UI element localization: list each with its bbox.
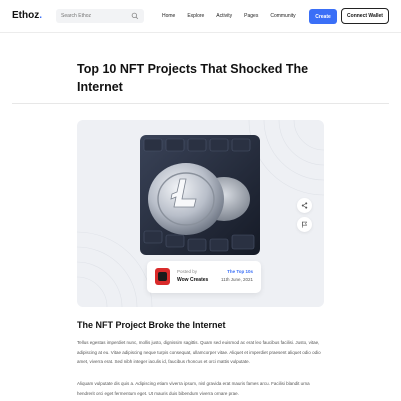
logo-dot: . xyxy=(39,10,42,21)
category-tag[interactable]: The Top 10s xyxy=(227,269,253,274)
top-header: Ethoz. Home Explore Activity Pages Commu… xyxy=(0,0,401,33)
logo-text: Ethoz xyxy=(12,10,40,21)
paragraph: Tellus egestas imperdiet nunc, mollis ju… xyxy=(77,340,321,364)
share-button[interactable] xyxy=(297,198,312,213)
flag-icon xyxy=(302,221,308,228)
report-button[interactable] xyxy=(297,217,312,232)
section-title: The NFT Project Broke the Internet xyxy=(77,320,226,330)
nav-activity[interactable]: Activity xyxy=(216,13,232,19)
post-info-card: Posted by Wow Creates The Top 10s 11th J… xyxy=(147,261,261,293)
share-icon xyxy=(301,202,308,209)
nav-pages[interactable]: Pages xyxy=(244,13,258,19)
page-title: Top 10 NFT Projects That Shocked The Int… xyxy=(77,62,309,94)
logo[interactable]: Ethoz. xyxy=(12,10,42,21)
posted-by-label: Posted by xyxy=(177,269,198,274)
connect-wallet-button[interactable]: Connect Wallet xyxy=(341,8,389,24)
nav-community[interactable]: Community xyxy=(270,13,295,19)
search-icon[interactable] xyxy=(131,12,139,20)
nav-home[interactable]: Home xyxy=(162,13,175,19)
search-input[interactable] xyxy=(61,11,131,21)
create-button[interactable]: Create xyxy=(309,9,337,24)
author-name[interactable]: Wow Creates xyxy=(177,277,208,283)
post-date: 11th June, 2021 xyxy=(221,277,253,282)
divider xyxy=(12,103,389,104)
main-nav: Home Explore Activity Pages Community xyxy=(162,13,308,19)
creator-avatar[interactable] xyxy=(155,268,170,285)
nav-explore[interactable]: Explore xyxy=(187,13,204,19)
paragraph: Aliquam vulputate dis quis a. Adipiscing… xyxy=(77,381,310,396)
hero-card: Posted by Wow Creates The Top 10s 11th J… xyxy=(77,120,324,307)
search-box xyxy=(56,9,144,23)
nft-coin-image xyxy=(140,135,260,255)
